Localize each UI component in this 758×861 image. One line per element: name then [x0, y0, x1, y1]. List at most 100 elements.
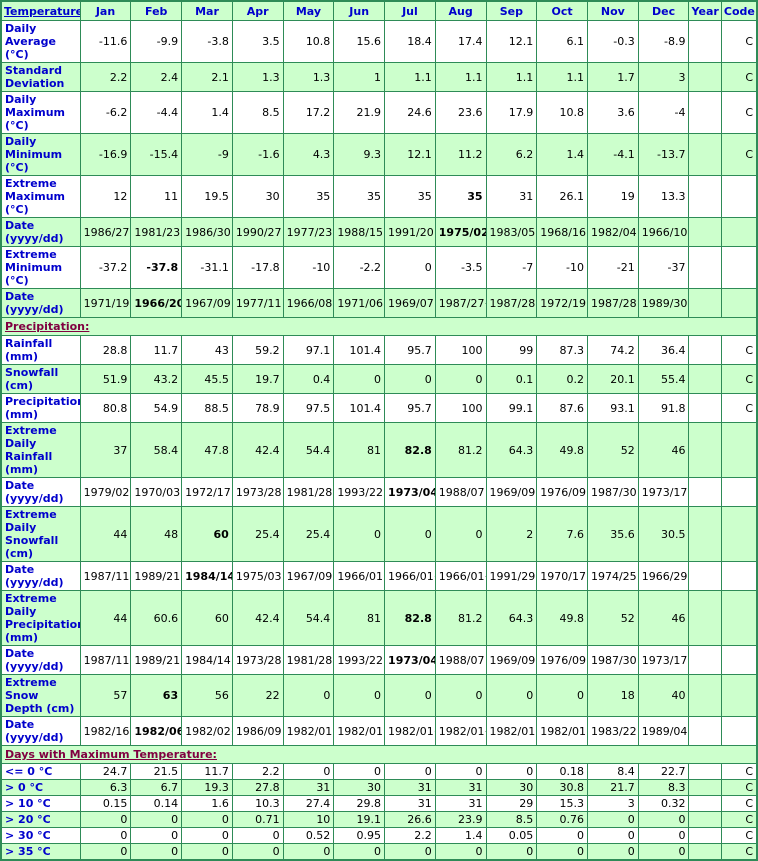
- cell-mar: 1982/02+: [181, 716, 233, 746]
- cell-mar: 19.3: [181, 779, 233, 796]
- cell-aug: 35: [434, 175, 487, 218]
- cell-nov: 35.6: [586, 506, 639, 562]
- cell-apr: 1977/11: [231, 288, 284, 318]
- cell-feb: 1989/21: [130, 561, 183, 591]
- cell-nov: 74.2: [586, 335, 639, 365]
- section-header-temperature: Temperature:: [0, 0, 81, 21]
- table-row: Daily Minimum (°C) -16.9 -15.4 -9 -1.6 4.3 9.3…: [0, 133, 758, 176]
- cell-dec: 46: [637, 422, 690, 478]
- table-row: Date (yyyy/dd) 1979/02 1970/03 1972/17 1973/…: [0, 477, 758, 507]
- cell-code: [720, 674, 758, 717]
- cell-year: [688, 393, 722, 423]
- cell-may: 4.3: [282, 133, 335, 176]
- table-row: Snowfall (cm) 51.9 43.2 45.5 19.7 0.4 0 0 0 0.1 0.…: [0, 364, 758, 394]
- table-row: Extreme Daily Snowfall (cm) 44 48 60 25.4 25.…: [0, 506, 758, 562]
- table-row: Rainfall (mm) 28.8 11.7 43 59.2 97.1 101.4 95.7…: [0, 335, 758, 365]
- cell-nov: 1982/04: [586, 217, 639, 247]
- cell-apr: 25.4: [231, 506, 284, 562]
- cell-code: [720, 477, 758, 507]
- cell-year: [688, 645, 722, 675]
- cell-jun: 0: [333, 506, 386, 562]
- cell-sep: 64.3: [485, 422, 538, 478]
- column-header-mar: Mar: [181, 0, 233, 21]
- cell-jul: 0: [384, 763, 436, 780]
- cell-mar: 60: [181, 590, 233, 646]
- cell-aug: 100: [434, 335, 487, 365]
- row-label: Extreme Maximum (°C): [0, 175, 81, 218]
- cell-feb: 58.4: [130, 422, 183, 478]
- cell-nov: 93.1: [586, 393, 639, 423]
- cell-apr: 42.4: [231, 422, 284, 478]
- cell-code: [720, 217, 758, 247]
- cell-code: [720, 288, 758, 318]
- cell-feb: 11.7: [130, 335, 183, 365]
- row-label: Extreme Daily Precipitation (mm): [0, 590, 81, 646]
- cell-mar: 1.4: [181, 91, 233, 134]
- table-row: Date (yyyy/dd)1982/161982/061982/02+1986…: [0, 716, 758, 746]
- cell-nov: 52: [586, 422, 639, 478]
- cell-nov: 1974/25: [586, 561, 639, 591]
- cell-jun: 29.8: [333, 795, 386, 812]
- cell-dec: 40: [637, 674, 690, 717]
- cell-mar: 60: [181, 506, 233, 562]
- cell-year: [688, 779, 722, 796]
- cell-mar: 1967/09: [181, 288, 233, 318]
- cell-feb: 1966/20: [130, 288, 183, 318]
- cell-jun: 0: [333, 763, 386, 780]
- cell-apr: 1975/03: [231, 561, 284, 591]
- cell-sep: 1969/09: [485, 477, 538, 507]
- cell-jan: 57: [79, 674, 132, 717]
- cell-aug: 17.4: [434, 20, 487, 63]
- cell-apr: 59.2: [231, 335, 284, 365]
- cell-jul: 26.6: [384, 811, 436, 828]
- cell-sep: 0: [485, 674, 538, 717]
- cell-dec: 1966/10+: [637, 217, 690, 247]
- cell-code: C: [720, 20, 758, 63]
- cell-nov: -21: [586, 246, 639, 289]
- row-label: > 30 °C: [0, 827, 81, 844]
- cell-jan: 0: [79, 827, 132, 844]
- row-label: Standard Deviation: [0, 62, 81, 92]
- cell-code: C: [720, 763, 758, 780]
- cell-oct: 87.3: [536, 335, 588, 365]
- cell-jul: 0: [384, 843, 436, 861]
- cell-jul: 82.8: [384, 422, 436, 478]
- cell-jul: 12.1: [384, 133, 436, 176]
- cell-mar: 1984/14: [181, 561, 233, 591]
- cell-jan: -37.2: [79, 246, 132, 289]
- cell-mar: 43: [181, 335, 233, 365]
- section-title: Precipitation:: [0, 317, 758, 336]
- cell-dec: -8.9: [637, 20, 690, 63]
- cell-dec: -37: [637, 246, 690, 289]
- cell-oct: 1.4: [536, 133, 588, 176]
- cell-jun: 81: [333, 422, 386, 478]
- cell-may: 25.4: [282, 506, 335, 562]
- cell-jun: 1982/01+: [333, 716, 386, 746]
- cell-code: C: [720, 843, 758, 861]
- row-label: Daily Average (°C): [0, 20, 81, 63]
- table-row: Standard Deviation 2.2 2.4 2.1 1.3 1.3 1 1.1 1.1…: [0, 62, 758, 92]
- cell-year: [688, 590, 722, 646]
- table-row: <= 0 °C 24.7 21.5 11.7 2.2 0 0 0 0 0 0.18 8.4 22.7 C: [0, 763, 758, 780]
- cell-jul: 31: [384, 779, 436, 796]
- cell-feb: 63: [130, 674, 183, 717]
- cell-may: 10.8: [282, 20, 335, 63]
- cell-jul: 1969/07: [384, 288, 436, 318]
- cell-oct: 49.8: [536, 422, 588, 478]
- table-row: > 0 °C 6.3 6.7 19.3 27.8 31 30 31 31 30 30.8 21.7 8.…: [0, 779, 758, 796]
- cell-mar: -31.1: [181, 246, 233, 289]
- cell-jul: 1982/01+: [384, 716, 436, 746]
- cell-aug: 1987/27+: [434, 288, 487, 318]
- cell-feb: 48: [130, 506, 183, 562]
- cell-jul: 31: [384, 795, 436, 812]
- cell-nov: 8.4: [586, 763, 639, 780]
- cell-sep: 0: [485, 843, 538, 861]
- cell-nov: 0: [586, 843, 639, 861]
- cell-jul: 2.2: [384, 827, 436, 844]
- cell-dec: 91.8: [637, 393, 690, 423]
- cell-aug: 1.1: [434, 62, 487, 92]
- cell-jun: 19.1: [333, 811, 386, 828]
- cell-aug: 1.4: [434, 827, 487, 844]
- cell-sep: 12.1: [485, 20, 538, 63]
- cell-jan: 0: [79, 811, 132, 828]
